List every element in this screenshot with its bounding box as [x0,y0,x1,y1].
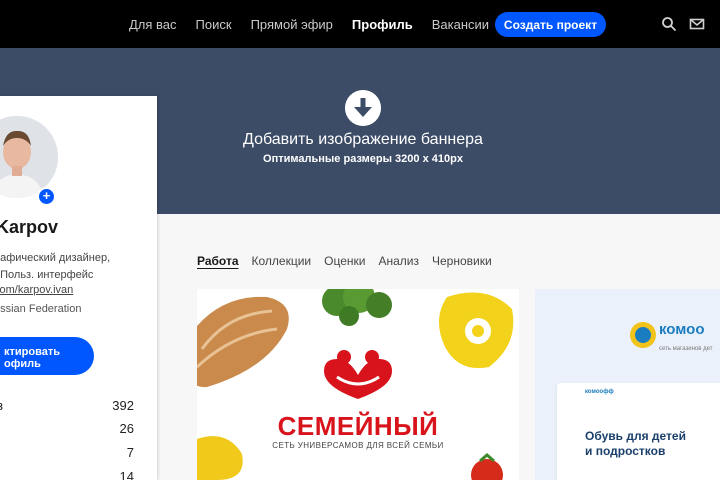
semeyny-logo-text: СЕМЕЙНЫЙ [277,411,439,441]
tab-analytics[interactable]: Анализ [378,254,419,270]
top-navigation-bar: Для вас Поиск Прямой эфир Профиль Ваканс… [0,0,720,48]
profile-link[interactable]: com/karpov.ivan [0,284,73,296]
nav-search[interactable]: Поиск [196,17,232,32]
avatar[interactable] [0,116,58,198]
tab-ratings[interactable]: Оценки [324,254,365,270]
profile-name: Karpov [0,217,59,237]
stat-label: з [0,398,3,413]
komoff-headline-line-1: Обувь для детей [585,429,686,443]
add-avatar-icon[interactable]: + [37,187,56,206]
nav-jobs[interactable]: Вакансии [432,17,489,32]
stat-value: 14 [119,469,134,480]
komoff-headline: Обувь для детей и подростков [585,429,686,459]
search-icon[interactable] [661,16,677,32]
download-arrow-icon[interactable] [345,90,381,126]
profile-tabs: Работа Коллекции Оценки Анализ Черновики [197,254,505,270]
tab-work[interactable]: Работа [197,254,239,270]
project-thumbnail [197,289,519,480]
edit-label-line-2: офиль [4,358,41,370]
komoff-headline-line-2: и подростков [585,444,666,458]
stat-row: 7 [0,445,134,463]
komoff-small-logo: комоофф [585,389,614,395]
komoff-tagline: сеть магазинов дет [659,346,713,352]
tab-drafts[interactable]: Черновики [432,254,492,270]
stat-row: 14 [0,469,134,480]
avatar-image [0,116,58,198]
project-card-komoff[interactable]: комоо сеть магазинов дет комоофф Обувь д… [535,289,720,480]
mail-icon[interactable] [689,16,705,32]
main-nav: Для вас Поиск Прямой эфир Профиль Ваканс… [129,0,508,48]
nav-for-you[interactable]: Для вас [129,17,177,32]
nav-live[interactable]: Прямой эфир [251,17,333,32]
project-card-semeyny[interactable]: СЕМЕЙНЫЙ СЕТЬ УНИВЕРСАМОВ ДЛЯ ВСЕЙ СЕМЬИ [197,289,519,480]
create-project-button[interactable]: Создать проект [495,12,606,37]
stat-value: 26 [119,421,134,436]
edit-profile-button[interactable]: ктировать офиль [0,337,94,375]
nav-profile[interactable]: Профиль [352,17,413,32]
komoff-logo-text: комоо [659,321,705,338]
occupation-line-2: , Польз. интерфейс [0,269,94,281]
semeyny-tagline: СЕТЬ УНИВЕРСАМОВ ДЛЯ ВСЕЙ СЕМЬИ [272,441,444,450]
stat-row: з 392 [0,398,134,416]
stat-row: 26 [0,421,134,439]
edit-label-line-1: ктировать [4,346,60,358]
profile-location: ussian Federation [0,303,82,315]
occupation-line-1: рафический дизайнер, [0,252,111,264]
tab-collections[interactable]: Коллекции [252,254,312,270]
profile-sidebar: + Karpov рафический дизайнер, , Польз. и… [0,96,157,480]
stat-value: 7 [126,445,134,460]
profile-occupation: рафический дизайнер, , Польз. интерфейс [0,250,110,284]
stat-value: 392 [112,398,134,413]
